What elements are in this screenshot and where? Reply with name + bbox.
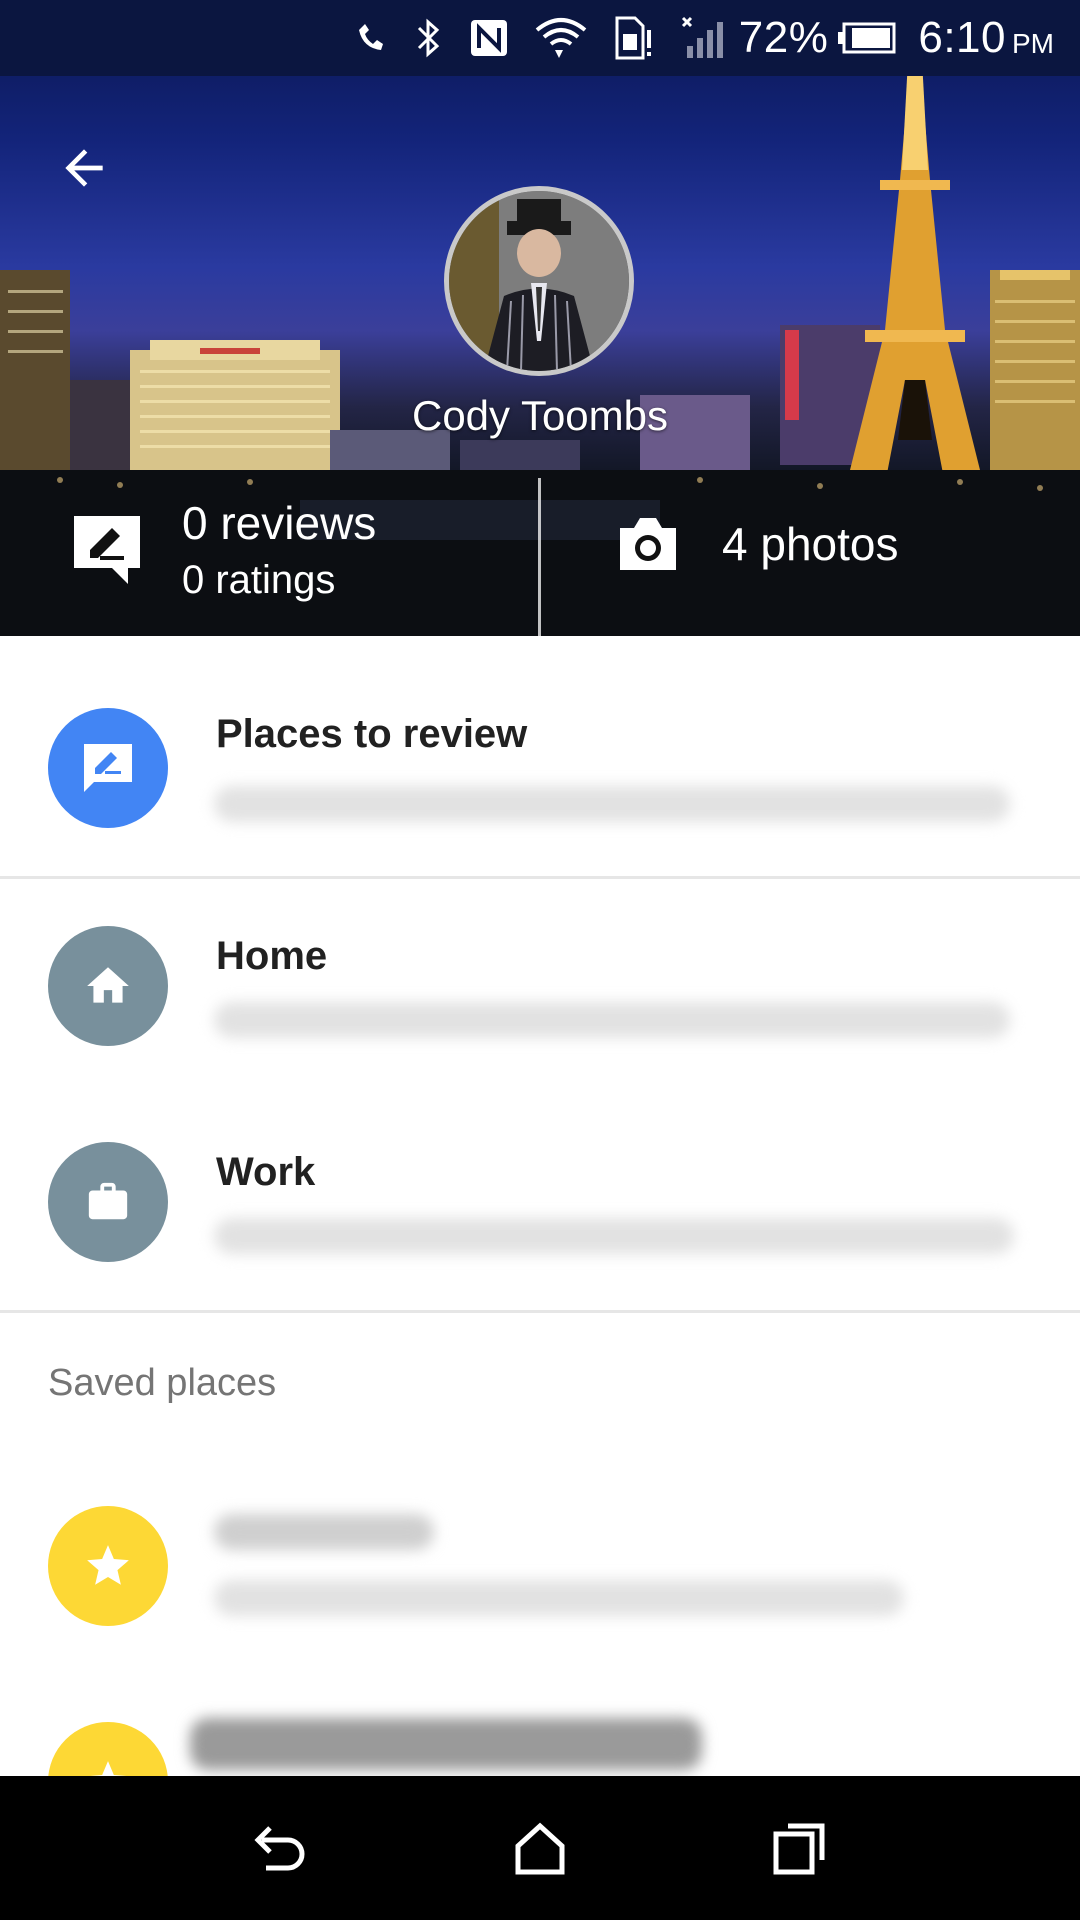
back-icon	[254, 1826, 305, 1871]
status-bar: 72% 6:10 PM	[0, 0, 1080, 76]
avatar[interactable]	[444, 186, 634, 376]
home-address	[214, 1002, 1010, 1038]
recents-icon	[773, 1823, 825, 1875]
briefcase-icon	[88, 1182, 128, 1220]
wifi-icon	[535, 16, 587, 60]
photos-count: 4 photos	[722, 518, 899, 570]
divider	[0, 876, 1080, 879]
list-item-home[interactable]: Home	[0, 894, 1080, 1074]
divider	[0, 1310, 1080, 1313]
reviews-count: 0 reviews	[182, 497, 377, 549]
arrow-back-icon	[65, 149, 103, 187]
bluetooth-icon	[415, 16, 443, 60]
reviews-stat[interactable]: 0 reviews 0 ratings	[70, 496, 376, 610]
profile-name: Cody Toombs	[411, 392, 669, 439]
saved-place-name	[190, 1718, 702, 1770]
battery-icon	[838, 16, 896, 60]
rate-review-icon	[84, 744, 132, 792]
saved-place-avatar	[48, 1506, 168, 1626]
work-avatar	[48, 1142, 168, 1262]
list-item-saved-place[interactable]	[0, 1476, 1080, 1656]
signal-icon	[679, 16, 727, 60]
battery-percent: 72%	[738, 13, 829, 62]
work-title: Work	[216, 1150, 316, 1194]
list-item-places-to-review[interactable]: Places to review	[0, 676, 1080, 856]
rate-review-icon	[74, 516, 140, 584]
list-item-work[interactable]: Work	[0, 1110, 1080, 1290]
places-to-review-title: Places to review	[216, 712, 528, 756]
camera-icon	[620, 518, 676, 570]
home-title: Home	[216, 934, 328, 978]
saved-place-address	[214, 1580, 904, 1616]
back-button[interactable]	[44, 128, 124, 208]
nfc-icon	[469, 16, 509, 60]
nav-home-button[interactable]	[500, 1808, 580, 1888]
home-avatar	[48, 926, 168, 1046]
nav-recents-button[interactable]	[760, 1808, 840, 1888]
nav-back-button[interactable]	[240, 1808, 320, 1888]
photos-stat[interactable]: 4 photos	[616, 514, 898, 574]
saved-places-header: Saved places	[48, 1362, 277, 1404]
sim-alert-icon	[613, 16, 653, 60]
places-to-review-avatar	[48, 708, 168, 828]
star-icon	[87, 1545, 129, 1585]
navigation-bar	[0, 1776, 1080, 1920]
home-icon	[87, 967, 129, 1003]
clock-time: 6:10	[918, 13, 1006, 62]
saved-place-name	[214, 1514, 434, 1550]
call-forward-icon	[353, 16, 389, 60]
avatar-photo	[449, 191, 629, 371]
clock-ampm: PM	[1012, 28, 1054, 59]
work-address	[214, 1218, 1014, 1254]
ratings-count: 0 ratings	[182, 558, 336, 602]
profile-cover: Cody Toombs 0 reviews 0 ratings 4 photos	[0, 0, 1080, 636]
home-icon	[515, 1822, 565, 1875]
stats-divider	[538, 478, 541, 636]
places-to-review-subtitle	[214, 786, 1010, 822]
